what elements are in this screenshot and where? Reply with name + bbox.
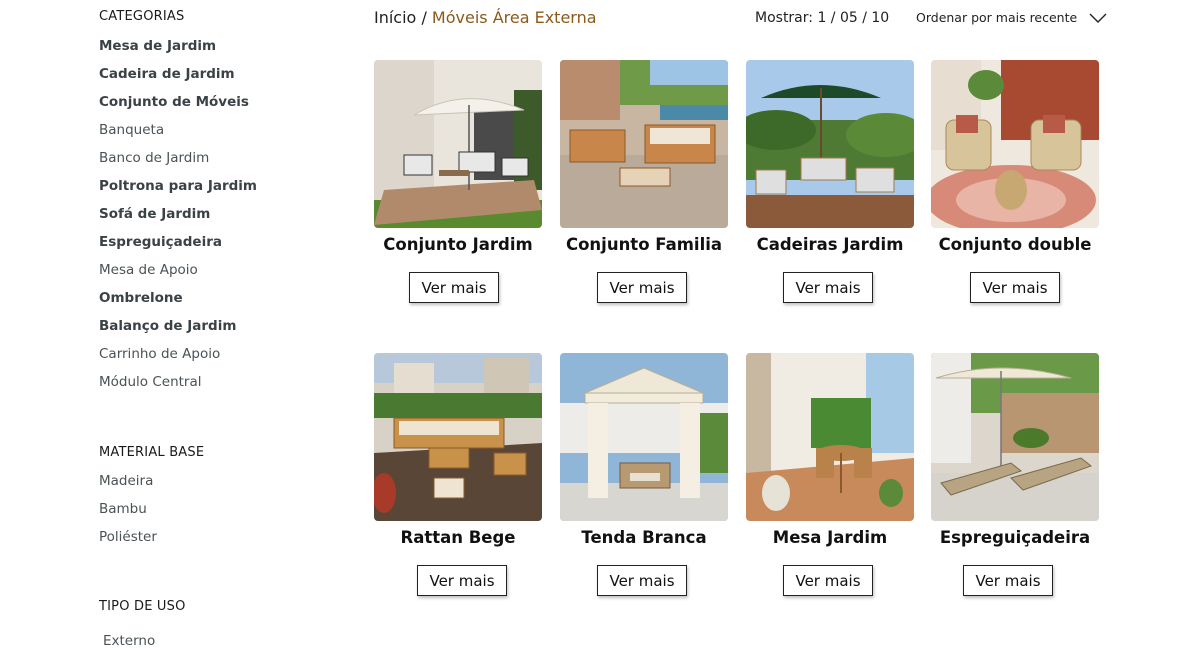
product-name: Conjunto double: [938, 235, 1092, 254]
sort-label: Ordenar por mais recente: [916, 10, 1078, 25]
chevron-down-icon: [1089, 13, 1107, 23]
product-image[interactable]: [374, 60, 542, 228]
category-espreguicadeira[interactable]: Espreguiçadeira: [99, 228, 257, 256]
category-mesa-de-apoio[interactable]: Mesa de Apoio: [99, 256, 257, 284]
product-image[interactable]: [746, 60, 914, 228]
product-image[interactable]: [374, 353, 542, 521]
material-poliester[interactable]: Poliéster: [99, 523, 157, 551]
product-name: Conjunto Jardim: [383, 235, 533, 254]
category-conjunto-de-moveis[interactable]: Conjunto de Móveis: [99, 88, 257, 116]
usage-externo[interactable]: Externo: [103, 627, 155, 650]
product-image[interactable]: [931, 353, 1099, 521]
product-image[interactable]: [746, 353, 914, 521]
category-carrinho-de-apoio[interactable]: Carrinho de Apoio: [99, 340, 257, 368]
product-image[interactable]: [560, 60, 728, 228]
view-more-button[interactable]: Ver mais: [597, 272, 687, 303]
sort-dropdown[interactable]: Ordenar por mais recente: [916, 9, 1107, 27]
view-more-button[interactable]: Ver mais: [783, 272, 873, 303]
product-image[interactable]: [931, 60, 1099, 228]
category-ombrelone[interactable]: Ombrelone: [99, 284, 257, 312]
product-name: Rattan Bege: [400, 528, 516, 547]
usage-heading: TIPO DE USO: [99, 599, 186, 614]
material-madeira[interactable]: Madeira: [99, 467, 157, 495]
category-mesa-de-jardim[interactable]: Mesa de Jardim: [99, 32, 257, 60]
product-name: Tenda Branca: [581, 528, 707, 547]
usage-list: Externo: [103, 627, 155, 650]
view-more-button[interactable]: Ver mais: [597, 565, 687, 596]
category-modulo-central[interactable]: Módulo Central: [99, 368, 257, 396]
breadcrumb-current: Móveis Área Externa: [431, 8, 597, 27]
category-banqueta[interactable]: Banqueta: [99, 116, 257, 144]
category-balanco-de-jardim[interactable]: Balanço de Jardim: [99, 312, 257, 340]
breadcrumb-home-link[interactable]: Início: [374, 8, 416, 27]
categories-heading: CATEGORIAS: [99, 9, 185, 24]
material-heading: MATERIAL BASE: [99, 445, 205, 460]
category-sofa-de-jardim[interactable]: Sofá de Jardim: [99, 200, 257, 228]
category-cadeira-de-jardim[interactable]: Cadeira de Jardim: [99, 60, 257, 88]
view-more-button[interactable]: Ver mais: [417, 565, 507, 596]
material-bambu[interactable]: Bambu: [99, 495, 157, 523]
view-more-button[interactable]: Ver mais: [963, 565, 1053, 596]
materials-list: Madeira Bambu Poliéster: [99, 467, 157, 551]
view-more-button[interactable]: Ver mais: [783, 565, 873, 596]
breadcrumb-separator: /: [421, 8, 427, 27]
items-per-page[interactable]: Mostrar: 1 / 05 / 10: [755, 9, 889, 27]
category-poltrona-para-jardim[interactable]: Poltrona para Jardim: [99, 172, 257, 200]
view-more-button[interactable]: Ver mais: [409, 272, 499, 303]
categories-list: Mesa de Jardim Cadeira de Jardim Conjunt…: [99, 32, 257, 396]
product-name: Mesa Jardim: [772, 528, 888, 547]
product-name: Conjunto Familia: [565, 235, 723, 254]
category-banco-de-jardim[interactable]: Banco de Jardim: [99, 144, 257, 172]
view-more-button[interactable]: Ver mais: [970, 272, 1060, 303]
product-name: Cadeiras Jardim: [756, 235, 904, 254]
breadcrumb: Início / Móveis Área Externa: [374, 8, 597, 28]
product-name: Espreguiçadeira: [939, 528, 1091, 547]
product-image[interactable]: [560, 353, 728, 521]
